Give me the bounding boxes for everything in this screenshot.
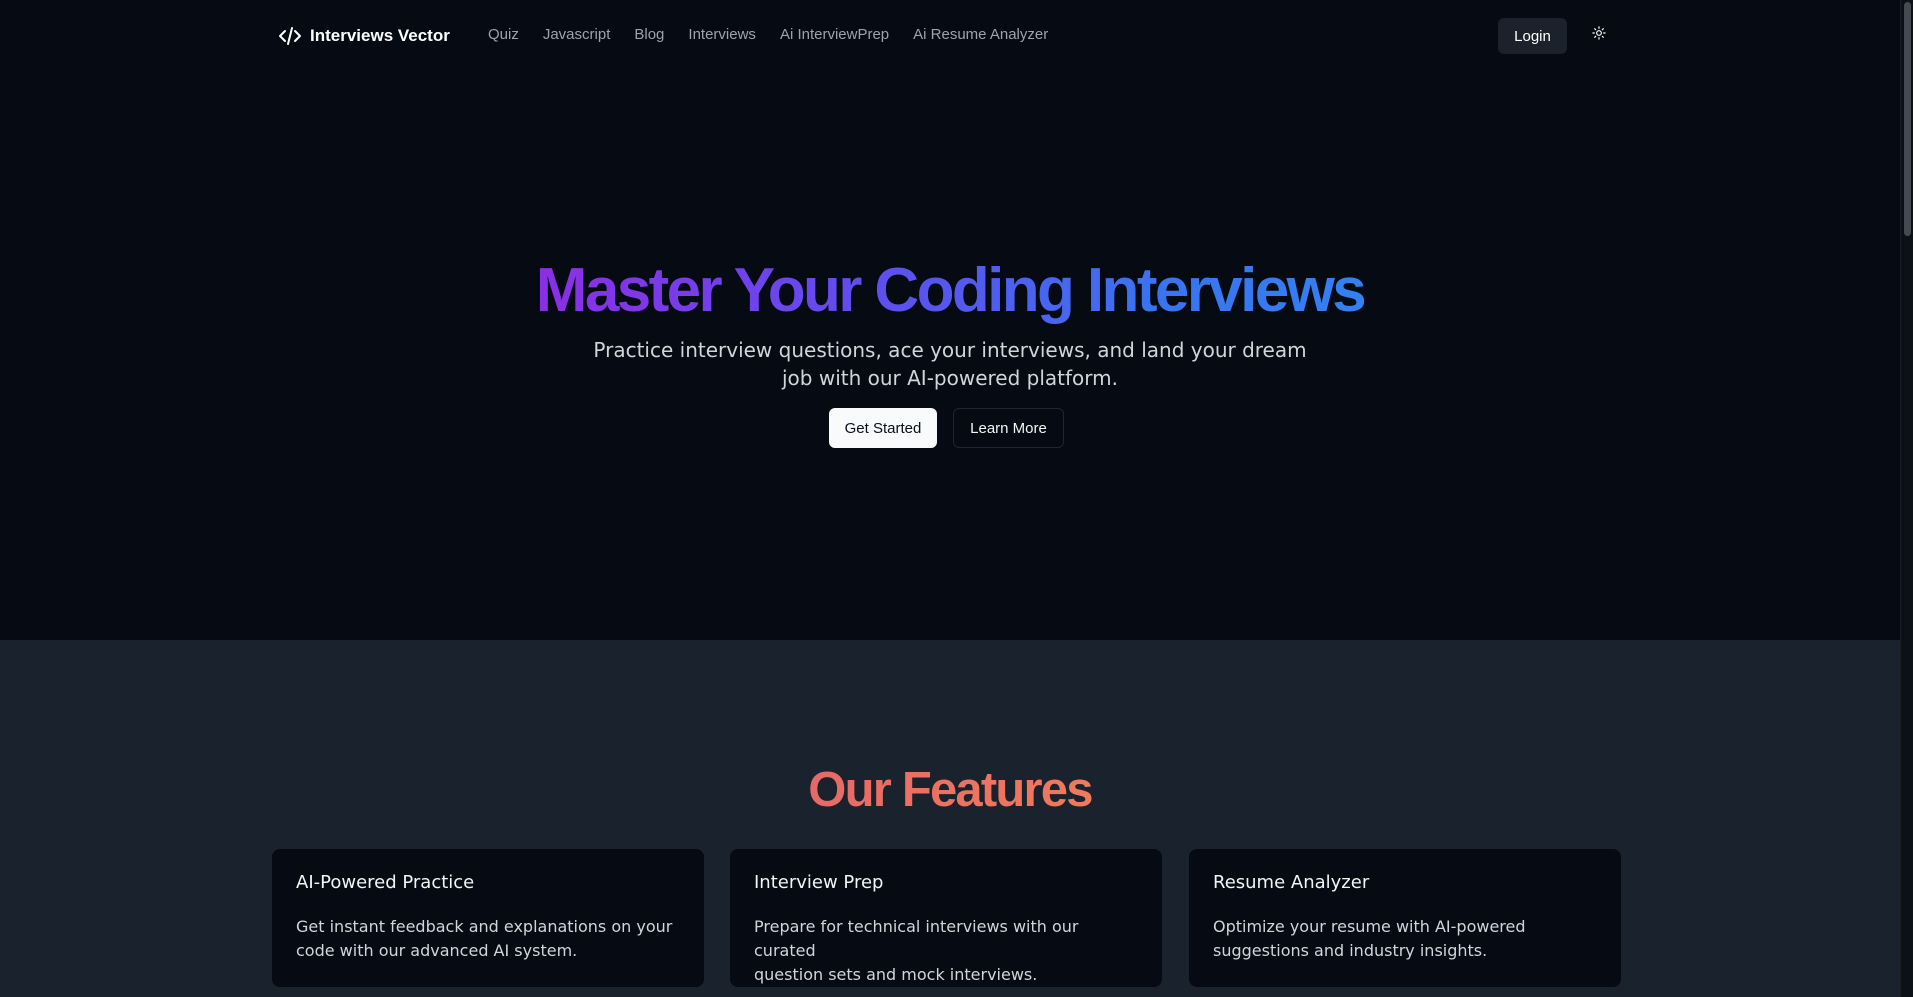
features-section: Our Features AI-Powered Practice Get ins… (0, 640, 1900, 997)
hero-subtitle-line-1: Practice interview questions, ace your i… (593, 338, 1307, 362)
nav-link-ai-resume-analyzer[interactable]: Ai Resume Analyzer (913, 26, 1048, 43)
feature-card-description-line-1: Optimize your resume with AI-powered (1213, 917, 1526, 936)
code-icon (278, 24, 302, 48)
features-title-text: Our Features (808, 763, 1093, 817)
top-navigation-bar: Interviews Vector Quiz Javascript Blog I… (0, 0, 1900, 72)
main-nav: Quiz Javascript Blog Interviews Ai Inter… (488, 26, 1048, 43)
feature-card-ai-practice: AI-Powered Practice Get instant feedback… (272, 849, 704, 987)
feature-card-resume-analyzer: Resume Analyzer Optimize your resume wit… (1189, 849, 1621, 987)
feature-card-title: AI-Powered Practice (296, 872, 475, 893)
nav-link-interviews[interactable]: Interviews (688, 26, 756, 43)
feature-card-description: Prepare for technical interviews with ou… (754, 915, 1138, 987)
feature-card-interview-prep: Interview Prep Prepare for technical int… (730, 849, 1162, 987)
hero-subtitle-line-2: job with our AI-powered platform. (782, 366, 1118, 390)
scrollbar-thumb[interactable] (1904, 2, 1911, 236)
hero-title: Master Your Coding Interviews (0, 260, 1900, 322)
hero-subtitle: Practice interview questions, ace your i… (590, 336, 1310, 392)
feature-card-description-line-2: code with our advanced AI system. (296, 941, 578, 960)
get-started-button[interactable]: Get Started (829, 408, 937, 448)
feature-card-title: Resume Analyzer (1213, 872, 1370, 893)
hero-title-text: Master Your Coding Interviews (535, 256, 1367, 325)
learn-more-button[interactable]: Learn More (953, 408, 1064, 448)
nav-link-quiz[interactable]: Quiz (488, 26, 519, 43)
feature-card-description: Optimize your resume with AI-powered sug… (1213, 915, 1597, 963)
feature-card-description-line-1: Prepare for technical interviews with ou… (754, 917, 1079, 960)
feature-card-description-line-2: suggestions and industry insights. (1213, 941, 1488, 960)
vertical-scrollbar[interactable] (1900, 0, 1913, 997)
brand-name: Interviews Vector (310, 26, 450, 45)
page: Interviews Vector Quiz Javascript Blog I… (0, 0, 1913, 997)
brand-link[interactable]: Interviews Vector (278, 24, 450, 48)
login-button[interactable]: Login (1498, 18, 1567, 54)
feature-card-description-line-2: question sets and mock interviews. (754, 965, 1038, 984)
nav-link-ai-interviewprep[interactable]: Ai InterviewPrep (780, 26, 889, 43)
theme-toggle-button[interactable] (1588, 22, 1610, 46)
hero-section: Master Your Coding Interviews Practice i… (0, 72, 1900, 640)
nav-link-javascript[interactable]: Javascript (543, 26, 611, 43)
feature-card-description: Get instant feedback and explanations on… (296, 915, 680, 963)
nav-link-blog[interactable]: Blog (634, 26, 664, 43)
features-title: Our Features (0, 766, 1900, 815)
sun-icon (1592, 25, 1606, 43)
feature-card-title: Interview Prep (754, 872, 884, 893)
feature-card-description-line-1: Get instant feedback and explanations on… (296, 917, 673, 936)
